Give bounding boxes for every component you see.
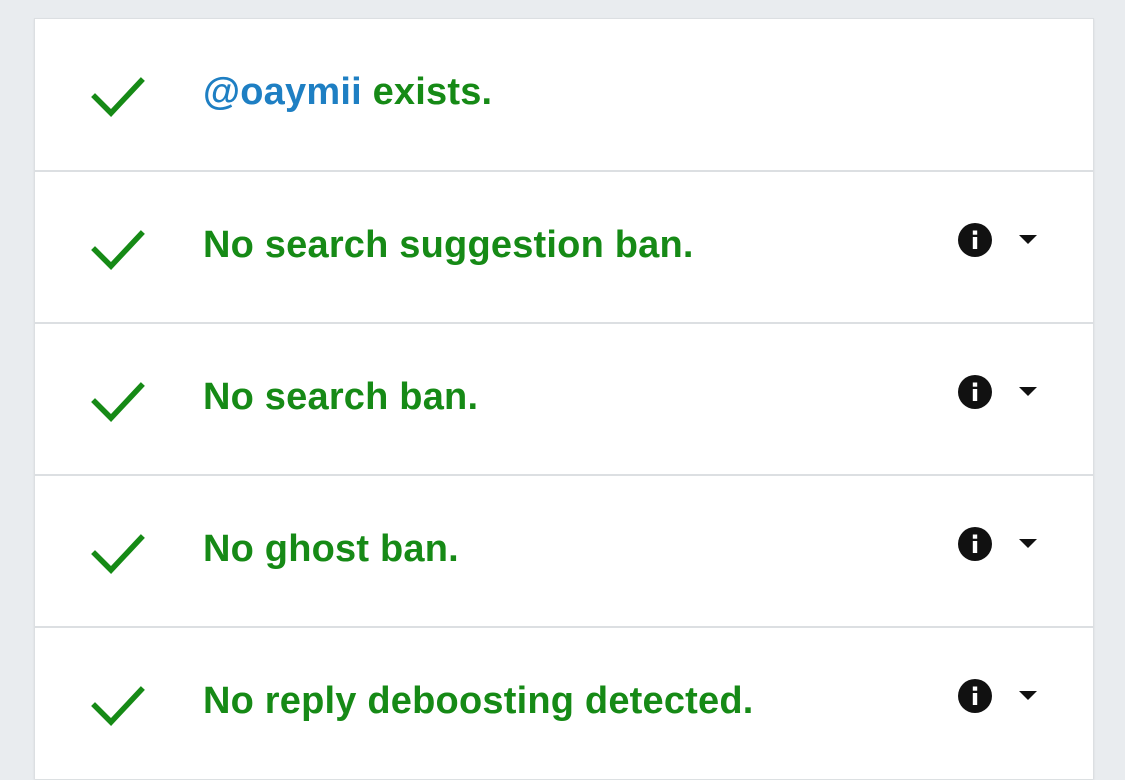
- result-text: No ghost ban.: [203, 528, 459, 570]
- check-icon: [91, 534, 145, 574]
- check-icon: [91, 686, 145, 726]
- result-text: No reply deboosting detected.: [203, 680, 754, 722]
- result-row-account-exists: @oaymii exists.: [35, 19, 1093, 172]
- result-suffix: exists.: [361, 71, 493, 113]
- info-icon[interactable]: [957, 222, 993, 258]
- check-icon: [91, 77, 145, 117]
- result-row-search-ban: No search ban.: [35, 324, 1093, 476]
- result-row-reply-deboosting: No reply deboosting detected.: [35, 628, 1093, 780]
- caret-down-icon[interactable]: [1017, 536, 1039, 550]
- check-icon: [91, 230, 145, 270]
- caret-down-icon[interactable]: [1017, 688, 1039, 702]
- info-icon[interactable]: [957, 678, 993, 714]
- result-text: No search ban.: [203, 376, 479, 418]
- results-card: @oaymii exists. No search suggestion ban…: [34, 18, 1094, 779]
- check-icon: [91, 382, 145, 422]
- info-icon[interactable]: [957, 374, 993, 410]
- caret-down-icon[interactable]: [1017, 232, 1039, 246]
- result-row-ghost-ban: No ghost ban.: [35, 476, 1093, 628]
- info-icon[interactable]: [957, 526, 993, 562]
- result-text: @oaymii exists.: [203, 71, 492, 114]
- caret-down-icon[interactable]: [1017, 384, 1039, 398]
- result-text: No search suggestion ban.: [203, 224, 694, 266]
- account-handle-link[interactable]: @oaymii: [203, 71, 362, 113]
- result-row-search-suggestion-ban: No search suggestion ban.: [35, 172, 1093, 324]
